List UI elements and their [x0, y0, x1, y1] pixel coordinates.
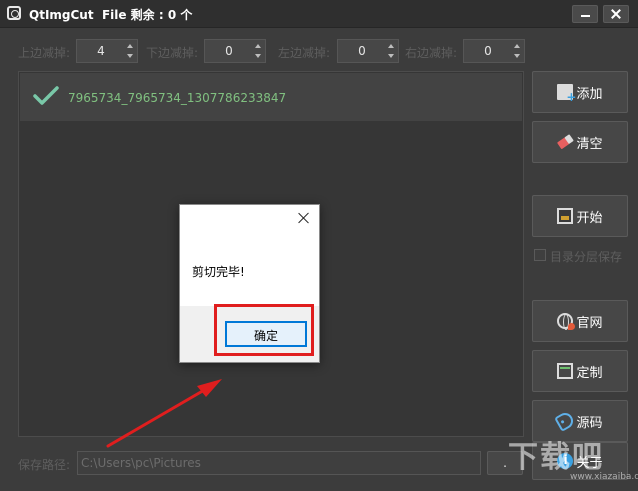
- trim-bottom-label: 下边减掉:: [146, 46, 199, 60]
- trim-left-down-button[interactable]: [385, 51, 397, 61]
- window-title: QtImgCut File 剩余 : 0 个: [29, 8, 193, 22]
- arrow-up-icon: [255, 44, 261, 48]
- clear-button[interactable]: 清空: [532, 121, 628, 163]
- arrow-up-icon: [388, 44, 394, 48]
- eraser-icon: [554, 131, 576, 153]
- close-button[interactable]: [603, 5, 629, 23]
- trim-top-label: 上边减掉:: [18, 46, 71, 60]
- trim-right-value: 0: [484, 44, 492, 58]
- trim-left-value: 0: [358, 44, 366, 58]
- trim-left-up-button[interactable]: [385, 41, 397, 51]
- add-button-label: 添加: [576, 86, 603, 102]
- trim-left-label: 左边减掉:: [278, 46, 331, 60]
- trim-top-up-button[interactable]: [124, 41, 136, 51]
- trim-left-spinbox[interactable]: 0: [337, 39, 399, 63]
- check-icon: [33, 86, 59, 105]
- trim-bottom-spinbox[interactable]: 0: [204, 39, 266, 63]
- trim-bottom-value: 0: [225, 44, 233, 58]
- save-path-input[interactable]: C:\Users\pc\Pictures: [77, 451, 481, 475]
- customize-button[interactable]: 定制: [532, 350, 628, 392]
- title-bar: QtImgCut File 剩余 : 0 个: [0, 0, 638, 28]
- start-button-label: 开始: [576, 210, 603, 226]
- dir-layer-save-checkbox[interactable]: [534, 249, 546, 261]
- trim-right-label: 右边减掉:: [405, 46, 458, 60]
- trim-top-spinbox[interactable]: 4: [76, 39, 138, 63]
- arrow-down-icon: [514, 54, 520, 58]
- trim-bottom-up-button[interactable]: [252, 41, 264, 51]
- add-file-icon: [557, 84, 576, 104]
- start-icon: [557, 208, 574, 224]
- watermark-logo: 下载吧: [508, 440, 604, 475]
- trim-top-down-button[interactable]: [124, 51, 136, 61]
- arrow-up-icon: [514, 44, 520, 48]
- close-icon[interactable]: [298, 212, 310, 224]
- arrow-down-icon: [127, 54, 133, 58]
- trim-bottom-down-button[interactable]: [252, 51, 264, 61]
- website-button-label: 官网: [576, 315, 603, 331]
- globe-icon: [557, 313, 576, 330]
- website-button[interactable]: 官网: [532, 300, 628, 342]
- save-path-label: 保存路径:: [18, 458, 71, 472]
- list-item[interactable]: 7965734_7965734_1307786233847: [20, 73, 522, 121]
- highlight-box: [214, 304, 314, 356]
- watermark: 下载吧 www.xiazaiba.com: [508, 428, 638, 488]
- trim-right-down-button[interactable]: [511, 51, 523, 61]
- arrow-down-icon: [255, 54, 261, 58]
- customize-button-label: 定制: [576, 365, 603, 381]
- window-icon: [557, 363, 574, 379]
- trim-right-up-button[interactable]: [511, 41, 523, 51]
- dialog-message: 剪切完毕!: [192, 265, 245, 279]
- minimize-icon: [580, 15, 590, 17]
- minimize-button[interactable]: [572, 5, 598, 23]
- add-button[interactable]: 添加: [532, 71, 628, 113]
- app-icon: [7, 6, 21, 20]
- file-name: 7965734_7965734_1307786233847: [68, 91, 287, 105]
- arrow-down-icon: [388, 54, 394, 58]
- close-icon: [611, 9, 621, 19]
- trim-right-spinbox[interactable]: 0: [463, 39, 525, 63]
- dir-layer-save-label: 目录分层保存: [550, 250, 623, 264]
- arrow-up-icon: [127, 44, 133, 48]
- trim-top-value: 4: [97, 44, 105, 58]
- clear-button-label: 清空: [576, 136, 603, 152]
- start-button[interactable]: 开始: [532, 195, 628, 237]
- watermark-url: www.xiazaiba.com: [570, 472, 638, 482]
